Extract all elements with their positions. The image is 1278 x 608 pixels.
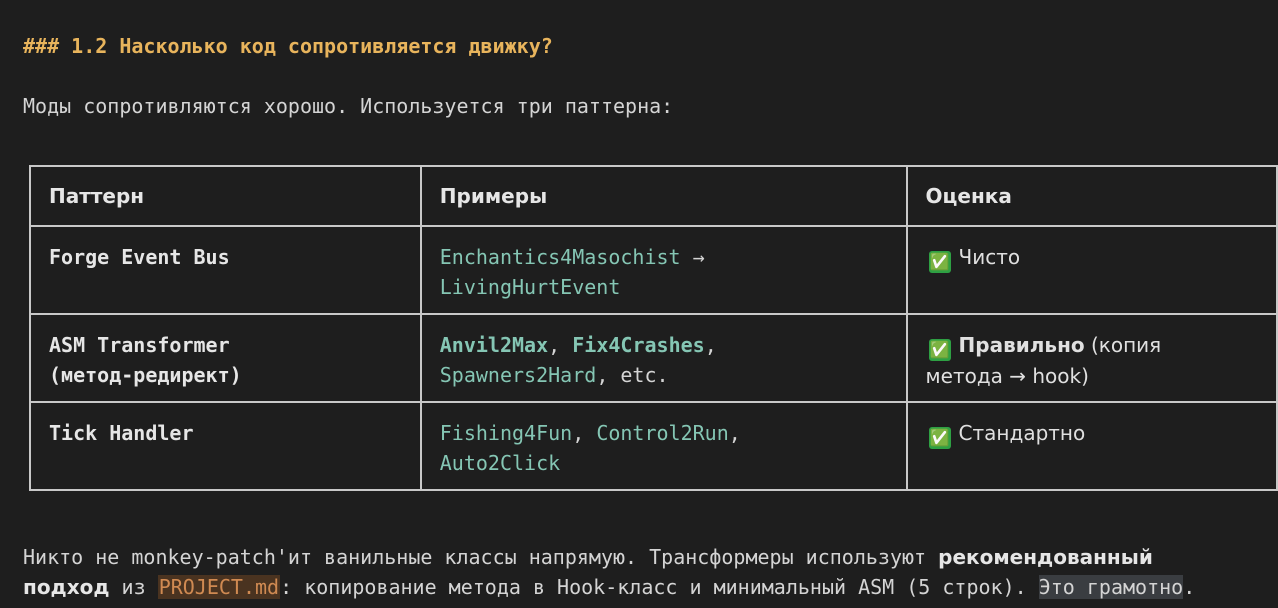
cell-pattern: Forge Event Bus xyxy=(29,225,422,315)
summary-paragraph: Никто не monkey-patch'ит ванильные класс… xyxy=(23,542,1278,602)
example-code: Spawners2Hard xyxy=(439,363,597,387)
table-row: Forge Event Bus Enchantics4Masochist → L… xyxy=(29,225,1278,315)
separator: , xyxy=(728,421,741,445)
header-pattern: Паттерн xyxy=(29,165,422,227)
cell-examples: Anvil2Max, Fix4Crashes, Spawners2Hard, e… xyxy=(419,313,908,403)
table-row: ASM Transformer (метод-редирект) Anvil2M… xyxy=(29,313,1278,403)
file-reference[interactable]: PROJECT.md xyxy=(157,575,281,599)
separator: , xyxy=(548,333,573,357)
highlighted-text: Это грамотно xyxy=(1038,575,1184,599)
separator: , xyxy=(572,421,597,445)
patterns-table: Паттерн Примеры Оценка Forge Event Bus E… xyxy=(29,165,1278,491)
rating-text: (копия xyxy=(1084,333,1162,357)
arrow-text: → xyxy=(692,245,705,269)
cell-rating: ✅ Правильно (копия метода → hook) xyxy=(905,313,1278,403)
cell-examples: Fishing4Fun, Control2Run, Auto2Click xyxy=(419,401,908,491)
cell-pattern: Tick Handler xyxy=(29,401,422,491)
table-header-row: Паттерн Примеры Оценка xyxy=(29,165,1278,227)
example-code: Fix4Crashes xyxy=(572,333,705,357)
intro-text: Моды сопротивляются хорошо. Используется… xyxy=(23,94,674,118)
rating-text: метода → hook) xyxy=(925,364,1089,388)
example-code: Anvil2Max xyxy=(439,333,549,357)
header-examples: Примеры xyxy=(419,165,908,227)
check-icon: ✅ xyxy=(928,339,951,361)
check-icon: ✅ xyxy=(928,251,951,273)
example-code: Enchantics4Masochist xyxy=(439,245,681,269)
paragraph-text: . xyxy=(1183,575,1196,599)
pattern-name: Forge Event Bus xyxy=(49,245,230,269)
header-rating: Оценка xyxy=(905,165,1278,227)
pattern-name: ASM Transformer xyxy=(49,333,230,357)
cell-rating: ✅ Чисто xyxy=(905,225,1278,315)
example-code: Auto2Click xyxy=(439,451,561,475)
rating-text: Стандартно xyxy=(958,421,1086,445)
example-code: Fishing4Fun xyxy=(439,421,573,445)
example-code: LivingHurtEvent xyxy=(439,275,621,299)
cell-rating: ✅ Стандартно xyxy=(905,401,1278,491)
example-code: Control2Run xyxy=(596,421,729,445)
table-row: Tick Handler Fishing4Fun, Control2Run, A… xyxy=(29,401,1278,491)
paragraph-text: из xyxy=(109,575,158,599)
cell-examples: Enchantics4Masochist → LivingHurtEvent xyxy=(419,225,908,315)
section-heading: ### 1.2 Насколько код сопротивляется дви… xyxy=(23,34,553,58)
rating-bold: Правильно xyxy=(958,333,1085,357)
separator: , xyxy=(704,333,717,357)
pattern-subtitle: (метод-редирект) xyxy=(49,363,242,387)
cell-pattern: ASM Transformer (метод-редирект) xyxy=(29,313,422,403)
paragraph-bold: рекомендованный xyxy=(938,545,1153,569)
paragraph-bold: подход xyxy=(23,575,110,599)
paragraph-text: : копирование метода в Hook-класс и мини… xyxy=(280,575,1039,599)
examples-tail: , etc. xyxy=(596,363,669,387)
pattern-name: Tick Handler xyxy=(49,421,194,445)
paragraph-text: Никто не monkey-patch'ит ванильные класс… xyxy=(23,545,939,569)
check-icon: ✅ xyxy=(928,427,951,449)
rating-text: Чисто xyxy=(958,245,1021,269)
